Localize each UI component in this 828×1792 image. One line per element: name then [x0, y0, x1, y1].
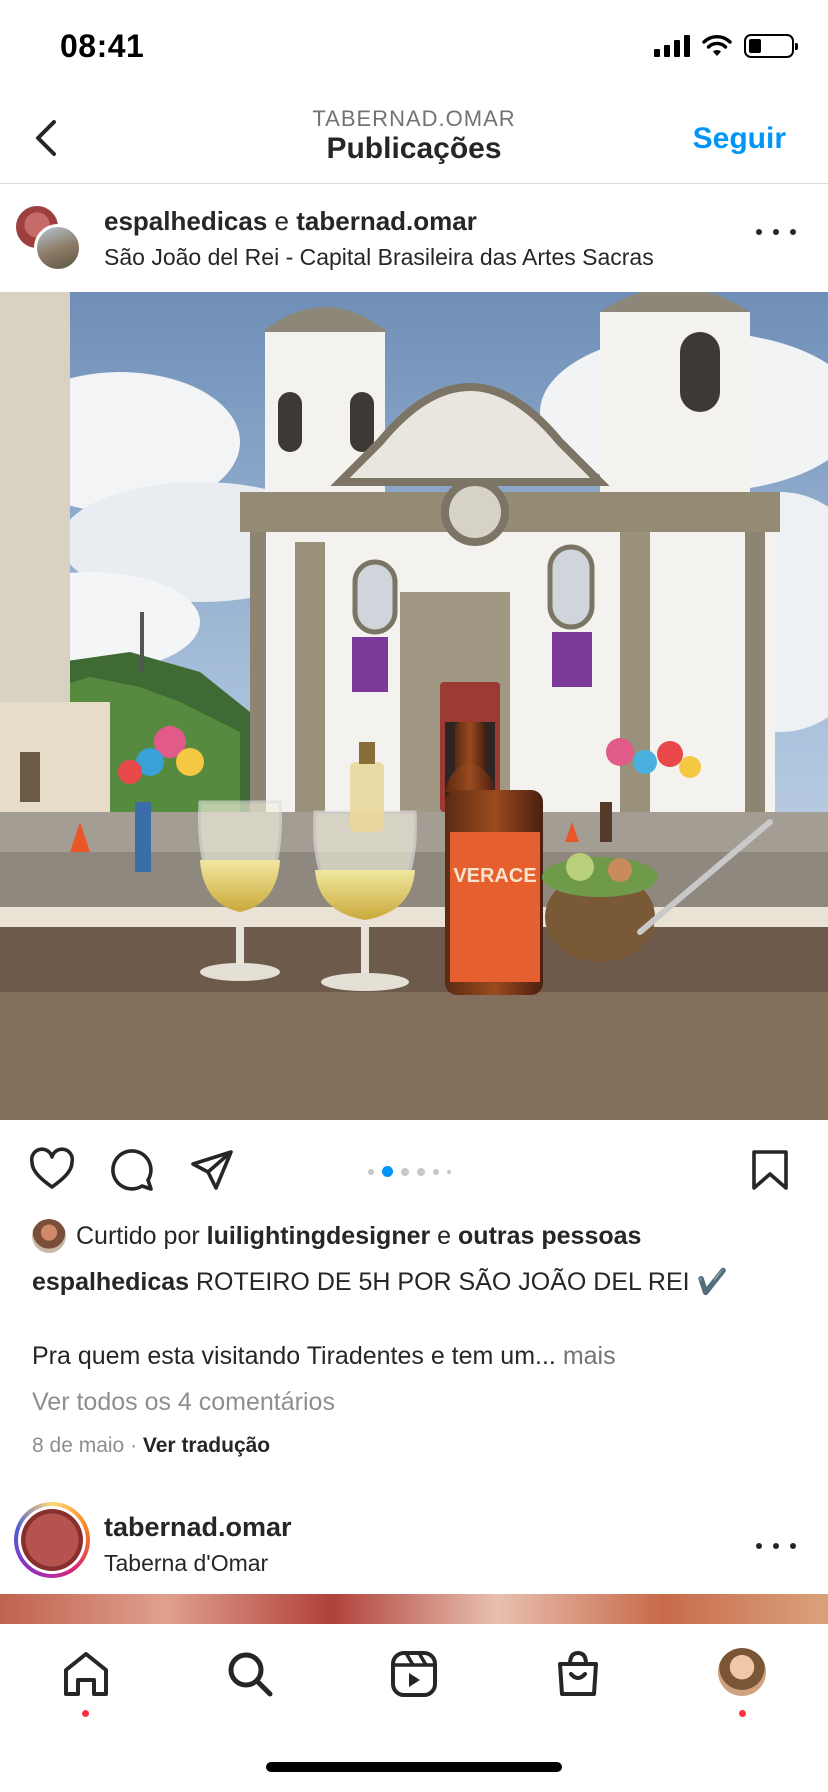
carousel-dot	[368, 1168, 374, 1175]
status-bar: 08:41	[0, 0, 828, 96]
author-name[interactable]: espalhedicas	[104, 206, 267, 236]
caption-author[interactable]: espalhedicas	[32, 1268, 189, 1296]
bottom-tab-bar	[0, 1624, 828, 1792]
post-header: espalhedicas e tabernad.omar São João de…	[0, 186, 828, 292]
carousel-dot	[401, 1167, 409, 1176]
caption-second-line: Pra quem esta visitando Tiradentes e tem…	[32, 1342, 616, 1371]
likes-others-link[interactable]: outras pessoas	[458, 1222, 641, 1250]
likes-line[interactable]: Curtido por luilightingdesigner e outras…	[32, 1218, 641, 1254]
post-date: 8 de maio	[32, 1434, 125, 1457]
carousel-dot	[447, 1169, 451, 1174]
post-meta: 8 de maio · Ver tradução	[32, 1434, 270, 1458]
translate-link[interactable]: Ver tradução	[143, 1434, 270, 1457]
cellular-signal-icon	[654, 35, 690, 57]
next-post-username[interactable]: tabernad.omar	[104, 1512, 292, 1543]
share-send-icon[interactable]	[188, 1146, 236, 1194]
home-notification-dot	[82, 1710, 89, 1717]
post-location[interactable]: São João del Rei - Capital Brasileira da…	[104, 244, 654, 271]
coauthor-name[interactable]: tabernad.omar	[296, 206, 477, 236]
author-joiner: e	[267, 206, 297, 236]
home-indicator[interactable]	[266, 1762, 562, 1772]
carousel-dot-active	[382, 1166, 393, 1177]
bottle-label: VERACE	[453, 865, 536, 887]
next-post-header: tabernad.omar Taberna d'Omar	[0, 1494, 828, 1594]
reels-icon[interactable]	[386, 1646, 442, 1702]
carousel-dot	[433, 1168, 439, 1175]
post-image[interactable]: VERACE	[0, 292, 828, 1120]
story-avatar[interactable]	[14, 1502, 90, 1578]
comment-icon[interactable]	[108, 1146, 156, 1194]
shop-icon[interactable]	[550, 1646, 606, 1702]
caption-preview: Pra quem esta visitando Tiradentes e tem…	[32, 1342, 556, 1370]
caption-more-link[interactable]: mais	[556, 1342, 616, 1370]
profile-notification-dot	[739, 1710, 746, 1717]
profile-avatar[interactable]	[718, 1648, 766, 1696]
follow-button[interactable]: Seguir	[693, 122, 786, 156]
bookmark-save-icon[interactable]	[746, 1146, 794, 1194]
church-photo: VERACE	[0, 292, 828, 1120]
more-options-icon[interactable]	[756, 1536, 796, 1556]
liker-name[interactable]: luilightingdesigner	[207, 1222, 431, 1250]
carousel-dot	[417, 1167, 425, 1176]
view-comments-link[interactable]: Ver todos os 4 comentários	[32, 1388, 335, 1417]
post-authors[interactable]: espalhedicas e tabernad.omar	[104, 206, 477, 237]
search-icon[interactable]	[222, 1646, 278, 1702]
avatar	[34, 224, 82, 272]
wifi-icon	[702, 35, 732, 56]
more-options-icon[interactable]	[756, 222, 796, 242]
collab-avatars[interactable]	[14, 204, 84, 272]
avatar	[21, 1509, 83, 1571]
nav-header: TABERNAD.OMAR Publicações Seguir	[0, 96, 828, 184]
status-time: 08:41	[60, 28, 145, 64]
carousel-indicator	[368, 1166, 451, 1177]
next-post-subtitle[interactable]: Taberna d'Omar	[104, 1550, 268, 1577]
caption-first-line: espalhedicas ROTEIRO DE 5H POR SÃO JOÃO …	[32, 1268, 728, 1297]
post-actions	[0, 1120, 828, 1214]
like-heart-icon[interactable]	[28, 1146, 76, 1194]
next-post-image[interactable]	[0, 1594, 828, 1624]
likes-text: Curtido por luilightingdesigner e outras…	[76, 1221, 642, 1250]
caption-text: ROTEIRO DE 5H POR SÃO JOÃO DEL REI ✔️	[189, 1268, 728, 1296]
meta-separator: ·	[124, 1434, 143, 1457]
avatar	[32, 1219, 66, 1253]
battery-icon	[744, 34, 798, 58]
status-icons	[654, 34, 798, 58]
home-icon[interactable]	[58, 1646, 114, 1702]
